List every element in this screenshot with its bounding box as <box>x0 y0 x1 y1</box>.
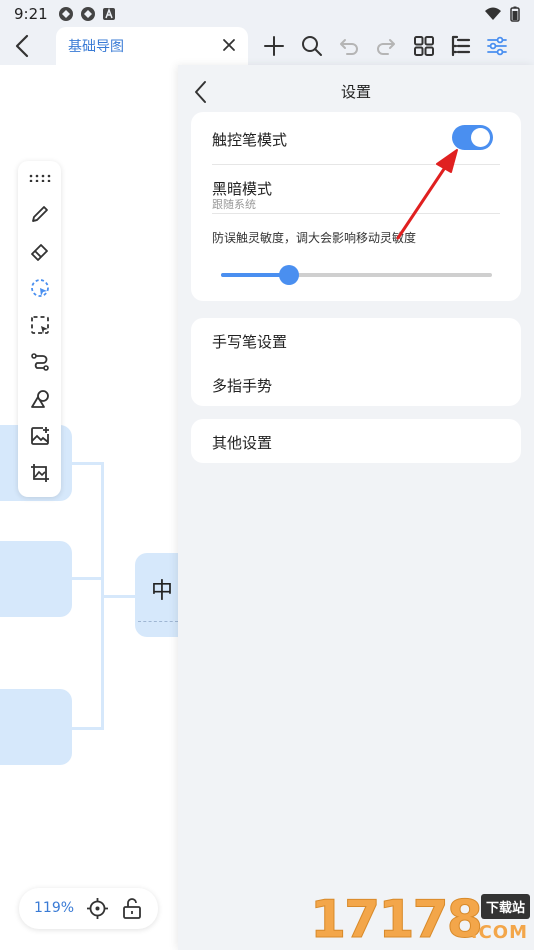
slider-thumb[interactable] <box>278 265 299 285</box>
image-crop-icon <box>30 463 49 482</box>
dots-icon <box>29 174 50 182</box>
search-icon <box>302 36 322 56</box>
watermark-badge: 下载站 <box>480 894 530 919</box>
settings-panel: 设置 触控笔模式 黑暗模式 跟随系统 防误触灵敏度，调大会影响移动灵敏度 手写笔… <box>178 65 534 950</box>
outline-button[interactable] <box>446 32 474 60</box>
toggle-knob <box>471 128 490 147</box>
status-bar: 9:21 <box>0 0 534 27</box>
mindmap-node[interactable] <box>0 689 72 765</box>
zoom-level[interactable]: 119% <box>34 900 74 916</box>
top-toolbar: 基础导图 <box>0 27 534 65</box>
wifi-icon <box>485 7 501 20</box>
mindmap-node[interactable] <box>0 541 72 617</box>
connector-line <box>101 595 137 598</box>
sensitivity-hint: 防误触灵敏度，调大会影响移动灵敏度 <box>212 231 417 245</box>
status-time: 9:21 <box>14 4 48 23</box>
unlock-icon[interactable] <box>121 897 143 920</box>
site-watermark: 17178 下载站 .COM <box>310 888 534 950</box>
pen-gesture-card: 手写笔设置 多指手势 <box>191 318 521 406</box>
redo-button[interactable] <box>372 32 400 60</box>
undo-button[interactable] <box>335 32 363 60</box>
connector-line <box>72 727 104 730</box>
plus-icon <box>264 36 284 56</box>
box-select-icon <box>30 315 49 334</box>
watermark-domain: .COM <box>470 922 528 943</box>
app-notification-icon <box>80 6 95 21</box>
image-add-icon <box>30 426 49 445</box>
insert-image-tool[interactable] <box>27 423 52 448</box>
connector-line <box>72 462 104 465</box>
lasso-select-icon <box>30 278 49 297</box>
box-select-tool[interactable] <box>27 312 52 337</box>
sliders-icon <box>487 36 507 56</box>
shape-tool[interactable] <box>27 386 52 411</box>
dark-mode-value: 跟随系统 <box>212 198 256 211</box>
pen-tool[interactable] <box>27 201 52 226</box>
stylus-mode-label: 触控笔模式 <box>212 131 288 149</box>
font-notification-icon <box>102 7 115 20</box>
node-divider <box>138 621 178 622</box>
pen-settings-item[interactable]: 手写笔设置 <box>212 331 287 352</box>
lasso-tool[interactable] <box>27 275 52 300</box>
connector-tool[interactable] <box>27 349 52 374</box>
search-button[interactable] <box>298 32 326 60</box>
crop-image-tool[interactable] <box>27 460 52 485</box>
sensitivity-slider[interactable] <box>221 265 492 285</box>
stylus-settings-card: 触控笔模式 黑暗模式 跟随系统 防误触灵敏度，调大会影响移动灵敏度 <box>191 112 521 301</box>
connector-line <box>72 577 104 580</box>
chevron-left-icon <box>15 34 29 58</box>
eraser-icon <box>30 243 48 261</box>
battery-icon <box>510 6 520 22</box>
path-icon <box>30 352 49 371</box>
locate-icon[interactable] <box>86 897 109 920</box>
outline-icon <box>451 35 471 57</box>
settings-button[interactable] <box>483 32 511 60</box>
document-tab[interactable]: 基础导图 <box>56 27 248 65</box>
divider <box>212 164 500 165</box>
undo-icon <box>340 39 358 55</box>
app-notification-icon <box>58 6 73 21</box>
divider <box>212 213 500 214</box>
back-button[interactable] <box>8 31 36 61</box>
other-settings-card[interactable]: 其他设置 <box>191 419 521 463</box>
eraser-tool[interactable] <box>27 238 52 263</box>
drag-handle[interactable] <box>27 165 52 190</box>
grid-button[interactable] <box>410 32 438 60</box>
other-settings-item: 其他设置 <box>212 434 273 452</box>
panel-title: 设置 <box>340 83 371 101</box>
close-icon[interactable] <box>220 36 238 54</box>
shapes-icon <box>30 389 49 408</box>
multi-finger-gesture-item[interactable]: 多指手势 <box>212 375 272 396</box>
grid-icon <box>414 36 434 56</box>
zoom-bar: 119% <box>19 888 158 929</box>
center-node-text: 中 <box>151 579 174 604</box>
tab-title: 基础导图 <box>68 39 124 55</box>
add-button[interactable] <box>260 32 288 60</box>
stylus-mode-toggle[interactable] <box>452 125 493 150</box>
pencil-icon <box>31 205 48 222</box>
watermark-digits: 17178 <box>310 890 484 950</box>
redo-icon <box>377 39 395 55</box>
tool-palette <box>18 161 61 497</box>
